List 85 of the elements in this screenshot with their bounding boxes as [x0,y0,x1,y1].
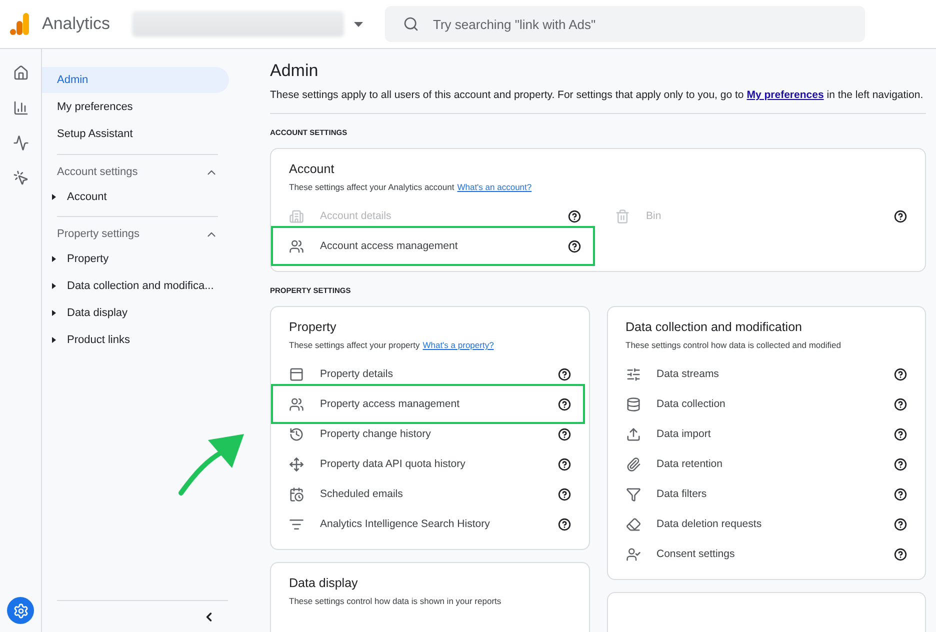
settings-link[interactable]: Data streams [656,368,894,380]
triangle-icon[interactable] [51,256,57,262]
product-name: Analytics [42,14,112,34]
nav-item[interactable]: Data display [67,306,128,318]
nav-item[interactable]: Data collection and modifica... [67,280,214,292]
triangle-icon[interactable] [51,282,57,288]
item-icon [289,238,304,254]
item-icon [626,396,640,412]
settings-link[interactable]: Consent settings [656,548,894,560]
help-icon[interactable] [558,368,570,380]
settings-button[interactable] [7,597,34,624]
settings-link[interactable]: Property change history [320,428,558,440]
settings-link[interactable]: Data deletion requests [656,518,894,530]
card-title: Data collection and modification [626,320,803,334]
item-icon [289,516,304,532]
help-icon[interactable] [894,368,907,380]
triangle-icon[interactable] [51,336,57,342]
help-icon[interactable] [558,428,570,440]
help-link[interactable]: What's a property? [422,340,494,350]
settings-link[interactable]: Account access management [320,240,568,252]
bar-chart-icon[interactable] [12,100,28,116]
settings-link[interactable]: Data filters [656,488,894,500]
triangle-icon[interactable] [51,310,57,316]
item-icon [626,366,640,382]
nav-item[interactable]: My preferences [42,94,229,120]
help-icon[interactable] [558,518,570,530]
card-title: Property [289,320,338,334]
item-icon [626,486,640,502]
nav-item[interactable]: Setup Assistant [42,121,229,147]
preferences-link[interactable]: My preferences [746,89,824,101]
item-icon [626,426,640,442]
logo-icon [10,13,30,35]
section-header[interactable]: Property settings [57,228,140,240]
nav-item[interactable]: Product links [67,334,130,346]
settings-link[interactable]: Property data API quota history [320,458,558,470]
card-description: These settings affect your property [289,340,420,350]
search-field[interactable]: Try searching "link with Ads" [385,6,865,42]
item-icon [289,208,304,224]
gear-icon [12,602,28,618]
cursor-icon[interactable] [12,170,28,186]
help-icon[interactable] [894,488,907,500]
item-icon [289,426,304,442]
item-icon [289,366,304,382]
item-icon [626,456,640,472]
settings-link[interactable]: Analytics Intelligence Search History [320,518,558,530]
caret-icon[interactable] [354,22,363,26]
nav-item[interactable]: Account [67,190,107,202]
item-icon [626,546,640,562]
item-icon [289,396,304,412]
item-icon [289,486,304,502]
settings-link[interactable]: Scheduled emails [320,488,558,500]
settings-link[interactable]: Property access management [320,398,558,410]
settings-link[interactable]: Data collection [656,398,894,410]
help-icon[interactable] [894,398,907,410]
card-title: Data display [289,576,359,590]
page-title: Admin [270,61,320,81]
item-icon [289,456,304,472]
help-icon[interactable] [894,428,907,440]
nav-item[interactable]: Admin [42,67,229,93]
settings-link[interactable]: Property details [320,368,558,380]
help-link[interactable]: What's an account? [457,182,532,192]
help-icon[interactable] [568,240,581,252]
item-icon [615,208,630,224]
help-icon[interactable] [558,398,570,410]
intro-text: in the left navigation. [826,89,924,101]
triangle-icon[interactable] [51,194,57,200]
intro-text: These settings apply to all users of this account and property. For settings that apply only to you, go to [270,89,744,101]
help-icon[interactable] [894,548,907,560]
item-icon [626,516,640,532]
search-icon [403,16,419,32]
settings-link[interactable]: Data import [656,428,894,440]
settings-link[interactable]: Data retention [656,458,894,470]
card-description: These settings affect your Analytics account [289,182,454,192]
chart-icon[interactable] [12,135,28,151]
home-icon[interactable] [12,65,28,81]
help-icon[interactable] [894,518,907,530]
nav-item[interactable]: Property [67,252,109,264]
card-description: These settings control how data is shown in your reports [289,596,502,606]
card-description: These settings control how data is collected and modified [626,340,841,350]
arrow-icon [178,432,246,496]
help-icon[interactable] [894,458,907,470]
help-icon[interactable] [558,458,570,470]
card-title: Account [289,162,336,176]
help-icon[interactable] [558,488,570,500]
section-header[interactable]: Account settings [57,166,138,178]
